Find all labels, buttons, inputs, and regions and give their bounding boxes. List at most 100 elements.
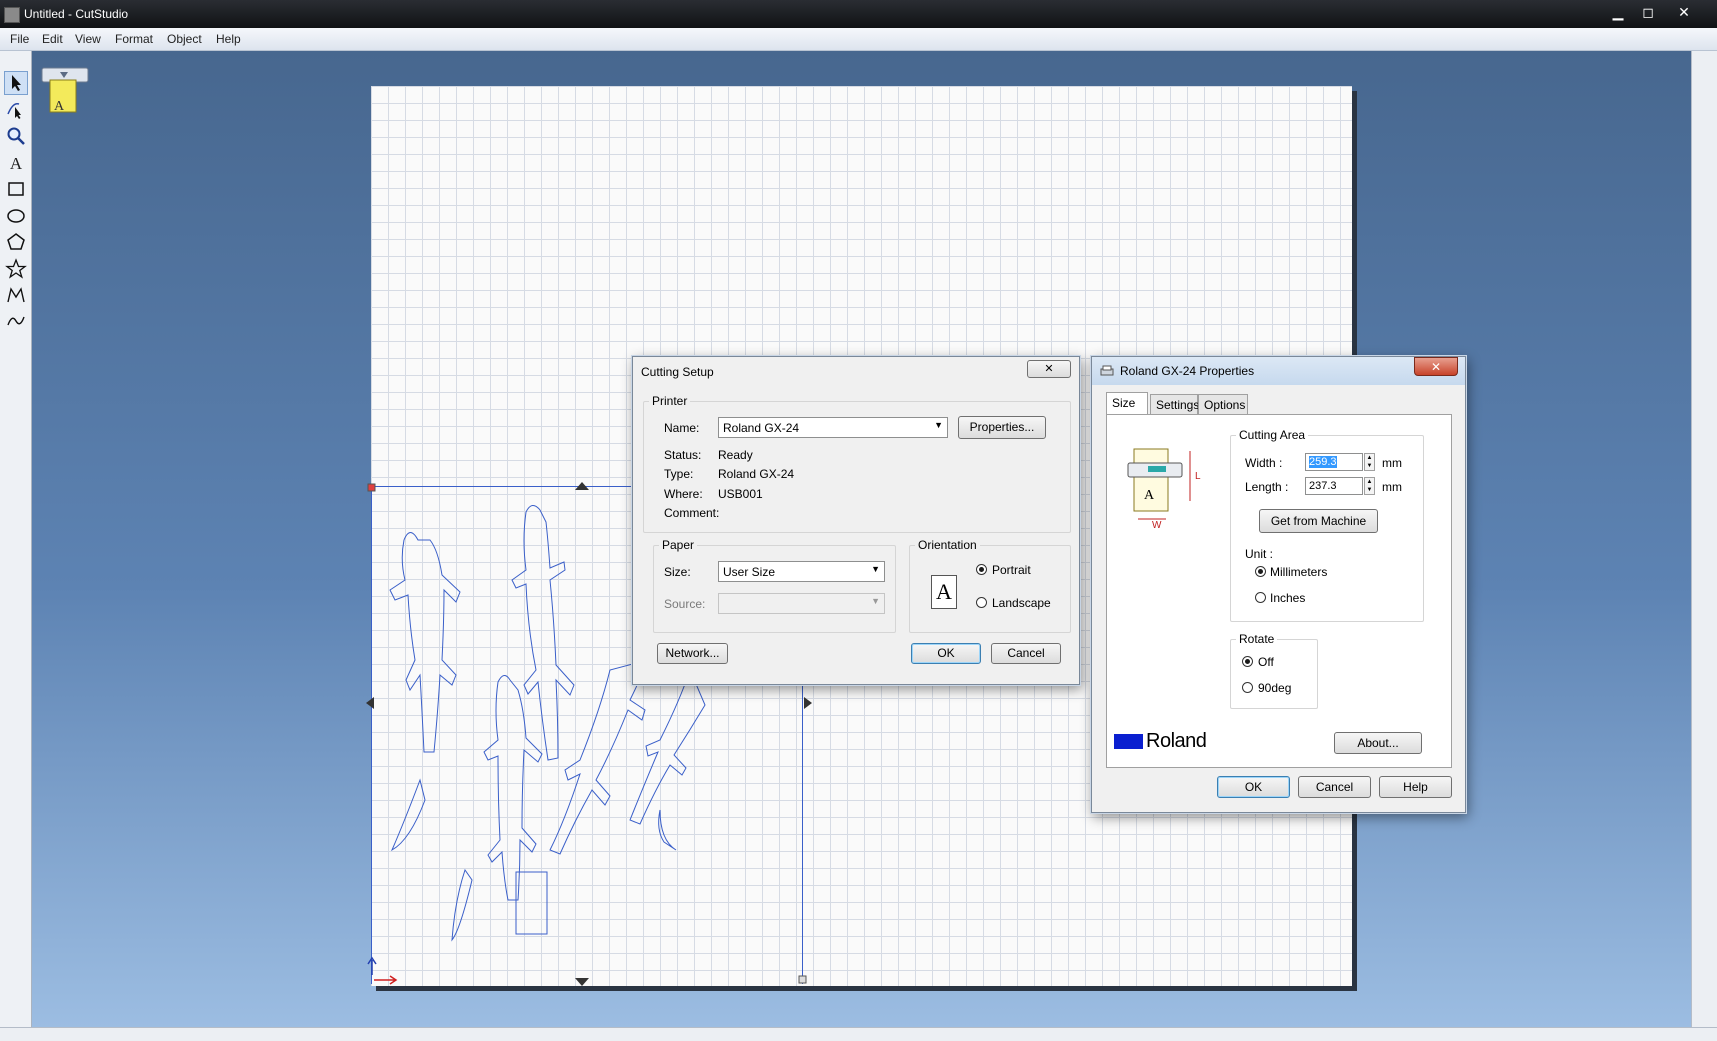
lizard-shape-8	[658, 809, 677, 851]
ellipse-tool-icon[interactable]	[4, 205, 28, 229]
selection-handle-left	[366, 697, 374, 709]
selection-handle-right	[804, 697, 812, 709]
menu-format[interactable]: Format	[115, 32, 153, 46]
chevron-down-icon: ▼	[934, 420, 943, 430]
width-unit: mm	[1382, 456, 1402, 470]
maximize-button[interactable]: ◻	[1633, 2, 1663, 22]
comment-label: Comment:	[664, 506, 720, 520]
properties-ok-button[interactable]: OK	[1217, 776, 1290, 798]
text-tool-icon[interactable]: A	[4, 152, 28, 176]
paper-group-label: Paper	[659, 538, 698, 552]
menu-object[interactable]: Object	[167, 32, 202, 46]
selection-handle-bottom	[575, 978, 589, 986]
paper-size-select[interactable]: User Size ▼	[718, 561, 885, 582]
about-button[interactable]: About...	[1334, 732, 1422, 754]
type-label: Type:	[664, 467, 694, 481]
network-button[interactable]: Network...	[657, 643, 728, 664]
inches-radio[interactable]	[1255, 592, 1266, 603]
window-title: Untitled - CutStudio	[24, 7, 129, 21]
length-unit: mm	[1382, 480, 1402, 494]
properties-cancel-button[interactable]: Cancel	[1298, 776, 1371, 798]
zoom-icon[interactable]	[4, 125, 28, 149]
landscape-radio[interactable]	[976, 597, 987, 608]
title-bar: Untitled - CutStudio ▁ ◻ ✕	[0, 0, 1717, 28]
orientation-group-label: Orientation	[915, 538, 980, 552]
menu-help[interactable]: Help	[216, 32, 241, 46]
machine-diagram	[1127, 448, 1191, 520]
length-spinner[interactable]: ▲ ▼	[1364, 477, 1375, 495]
portrait-label: Portrait	[992, 563, 1031, 577]
chevron-down-icon: ▼	[871, 596, 880, 606]
rotate-90-radio[interactable]	[1242, 682, 1253, 693]
close-window-button[interactable]: ✕	[1669, 2, 1699, 22]
lizard-shape-3	[483, 675, 543, 901]
origin-y-arrow	[367, 956, 377, 975]
rectangle-tool-icon[interactable]	[4, 178, 28, 202]
star-tool-icon[interactable]	[4, 258, 28, 282]
dialog-close-button[interactable]: ✕	[1027, 360, 1071, 378]
tab-options[interactable]: Options	[1198, 394, 1248, 414]
type-value: Roland GX-24	[718, 467, 795, 481]
node-edit-icon[interactable]	[4, 98, 28, 122]
rectangle-shape	[515, 871, 548, 935]
roland-logo-text: Roland	[1146, 730, 1207, 752]
cutter-machine-icon[interactable]: A	[40, 60, 90, 114]
diagram-length-label: L	[1195, 471, 1201, 482]
menu-file[interactable]: File	[10, 32, 29, 46]
vertical-scrollbar[interactable]	[1691, 51, 1717, 1027]
curve-tool-icon[interactable]	[4, 310, 28, 334]
horizontal-scrollbar[interactable]	[0, 1027, 1717, 1041]
properties-button[interactable]: Properties...	[958, 416, 1046, 439]
cancel-button[interactable]: Cancel	[991, 643, 1061, 664]
properties-close-button[interactable]: ✕	[1414, 357, 1458, 376]
millimeters-radio[interactable]	[1255, 566, 1266, 577]
lizard-shape-5	[629, 668, 706, 825]
portrait-page-icon: A	[931, 575, 957, 609]
where-label: Where:	[664, 487, 703, 501]
diagram-sheet-glyph: A	[1144, 488, 1155, 503]
status-value: Ready	[718, 448, 753, 462]
diagram-width-label: W	[1152, 520, 1162, 531]
printer-group-label: Printer	[649, 394, 691, 408]
paper-source-select[interactable]: ▼	[718, 593, 885, 614]
properties-help-button[interactable]: Help	[1379, 776, 1452, 798]
printer-properties-dialog: Roland GX-24 Properties ✕ Size Settings …	[1091, 356, 1466, 813]
lizard-shape-1	[389, 532, 461, 753]
rotate-label: Rotate	[1236, 632, 1278, 646]
selection-handle-br	[798, 975, 807, 984]
origin-x-arrow	[374, 975, 398, 985]
dialog-title: Cutting Setup	[641, 365, 714, 379]
ok-button[interactable]: OK	[911, 643, 981, 664]
tab-size[interactable]: Size	[1106, 392, 1148, 414]
chevron-down-icon: ▼	[871, 564, 880, 574]
size-label: Size:	[664, 565, 691, 579]
portrait-radio[interactable]	[976, 564, 987, 575]
width-input[interactable]: 259.3	[1305, 453, 1363, 471]
printer-name-select[interactable]: Roland GX-24 ▼	[718, 417, 948, 438]
minimize-button[interactable]: ▁	[1603, 2, 1633, 22]
rotate-group	[1230, 639, 1318, 709]
svg-text:A: A	[54, 99, 65, 114]
rotate-off-label: Off	[1258, 655, 1274, 669]
where-value: USB001	[718, 487, 763, 501]
tab-settings[interactable]: Settings	[1150, 394, 1199, 414]
unit-label: Unit :	[1245, 547, 1274, 561]
menu-bar: File Edit View Format Object Help	[0, 28, 1717, 51]
menu-view[interactable]: View	[75, 32, 101, 46]
length-input[interactable]: 237.3	[1305, 477, 1363, 495]
printer-icon	[1100, 365, 1114, 376]
width-label: Width :	[1245, 456, 1283, 470]
cutting-area-label: Cutting Area	[1236, 428, 1309, 442]
polyline-tool-icon[interactable]	[4, 284, 28, 308]
polygon-tool-icon[interactable]	[4, 231, 28, 255]
menu-edit[interactable]: Edit	[42, 32, 63, 46]
source-label: Source:	[664, 597, 706, 611]
lizard-shape-7	[451, 868, 473, 942]
status-label: Status:	[664, 448, 702, 462]
landscape-label: Landscape	[992, 596, 1051, 610]
get-from-machine-button[interactable]: Get from Machine	[1259, 509, 1378, 533]
select-arrow-icon[interactable]	[4, 71, 28, 95]
rotate-off-radio[interactable]	[1242, 656, 1253, 667]
width-spinner[interactable]: ▲ ▼	[1364, 453, 1375, 471]
length-label: Length :	[1245, 480, 1289, 494]
